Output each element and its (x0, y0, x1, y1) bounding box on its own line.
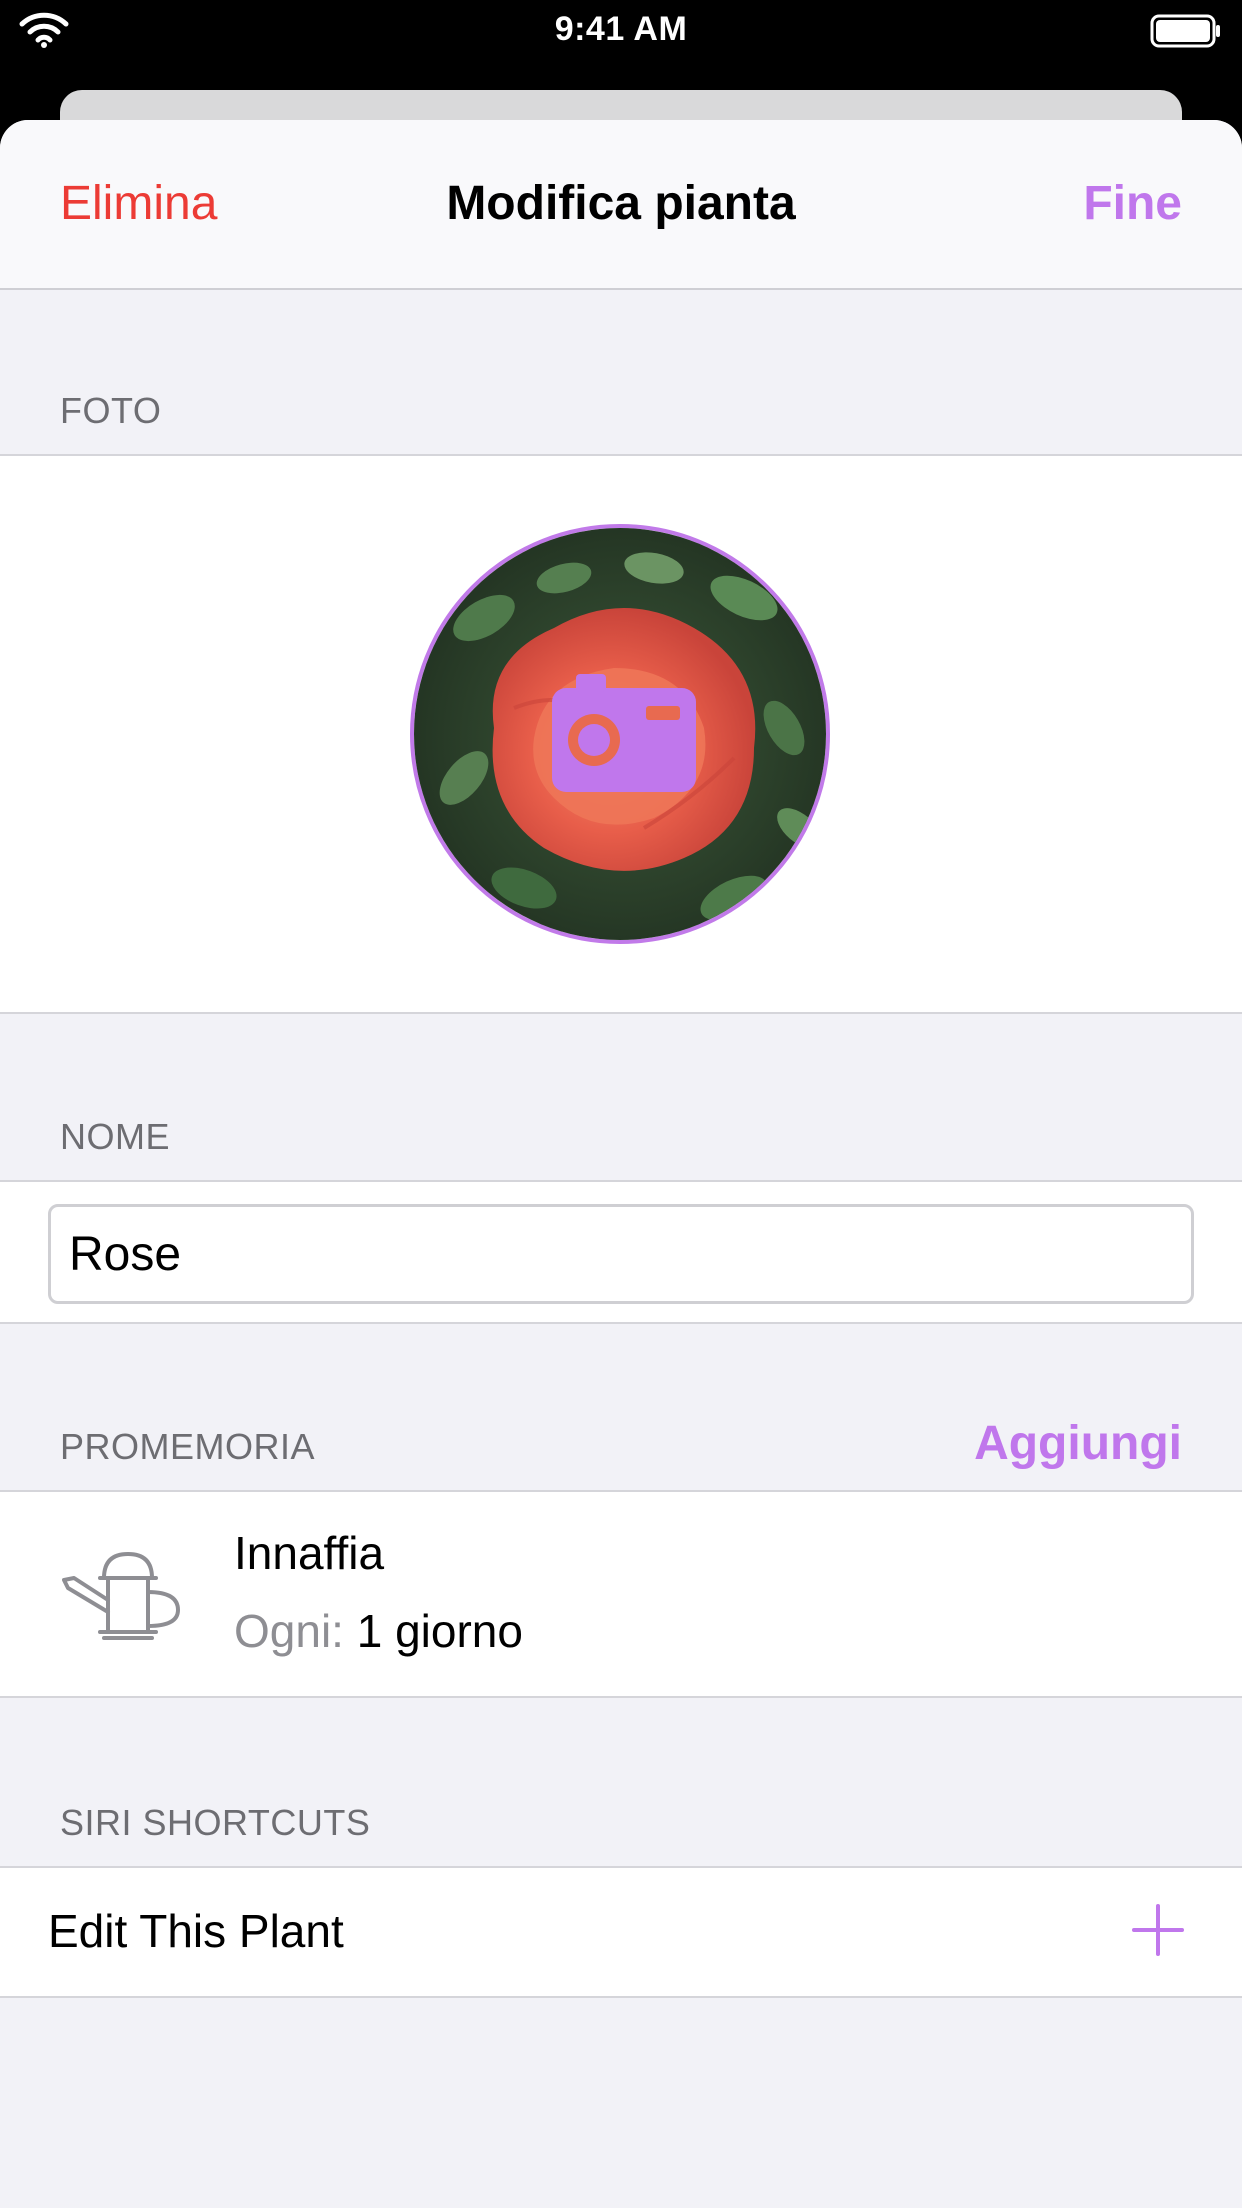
reminder-interval: Ogni: 1 giorno (234, 1604, 523, 1658)
screen: 9:41 AM Elimina Modifica pianta Fine FOT… (0, 0, 1242, 2208)
shortcut-row[interactable]: Edit This Plant (0, 1868, 1242, 1996)
plant-photo-button[interactable] (410, 524, 830, 944)
plant-photo (414, 528, 826, 940)
page-title: Modifica pianta (446, 177, 796, 230)
reminders-section-header: PROMEMORIA (60, 1426, 316, 1467)
status-time: 9:41 AM (554, 10, 688, 48)
shortcuts-group: Edit This Plant (0, 1866, 1242, 1998)
name-section-header: NOME (60, 1116, 170, 1157)
plant-name-field[interactable] (48, 1204, 1194, 1304)
name-group (0, 1180, 1242, 1324)
shortcut-label: Edit This Plant (48, 1905, 344, 1957)
navigation-bar: Elimina Modifica pianta Fine (0, 120, 1242, 290)
status-bar: 9:41 AM (0, 0, 1242, 60)
reminder-interval-value: 1 giorno (356, 1605, 523, 1657)
reminder-title: Innaffia (234, 1527, 385, 1579)
reminder-interval-label: Ogni: (234, 1605, 344, 1657)
camera-icon (552, 674, 696, 792)
modal-sheet: Elimina Modifica pianta Fine FOTO NOME R… (0, 120, 1242, 2208)
reminders-group: Innaffia Ogni: 1 giorno (0, 1490, 1242, 1698)
watering-can-icon (60, 1548, 186, 1647)
add-reminder-button[interactable]: Aggiungi (974, 1416, 1182, 1471)
done-button[interactable]: Fine (1083, 176, 1182, 231)
battery-icon (1150, 14, 1222, 53)
reminder-row[interactable]: Innaffia Ogni: 1 giorno (0, 1492, 1242, 1696)
plus-icon[interactable] (1132, 1904, 1184, 1961)
shortcuts-section-header: SIRI SHORTCUTS (60, 1802, 371, 1843)
photo-section-header: FOTO (60, 390, 162, 431)
photo-group (0, 454, 1242, 1014)
